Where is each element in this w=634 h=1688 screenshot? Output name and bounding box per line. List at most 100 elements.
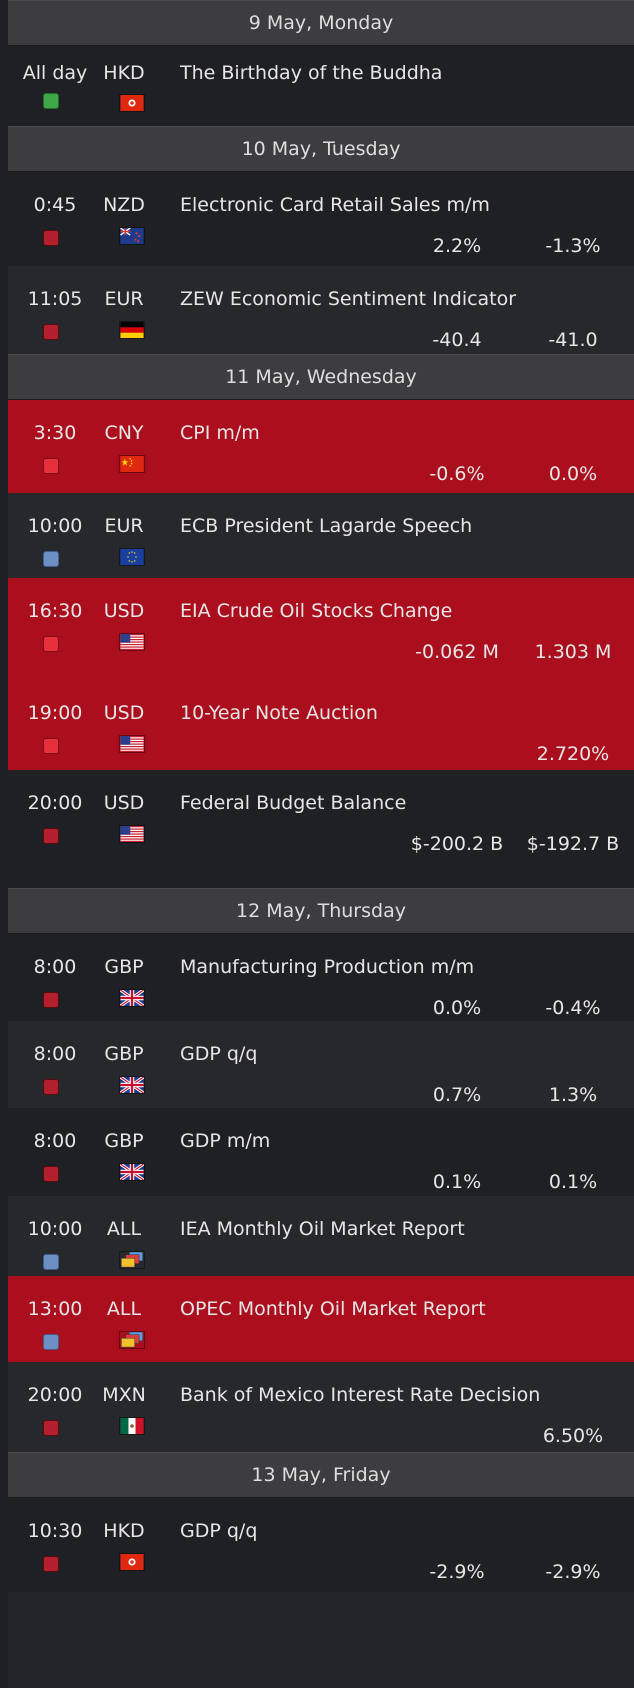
hk-flag-icon — [119, 1553, 145, 1571]
event-currency: HKD — [103, 1520, 145, 1542]
event-title[interactable]: GDP q/q — [180, 1043, 257, 1065]
day-header: 11 May, Wednesday — [8, 354, 634, 400]
economic-calendar: 9 May, Monday All day HKD The Birthday of t… — [8, 0, 634, 1592]
event-time: 11:05 — [27, 288, 83, 310]
event-title[interactable]: 10-Year Note Auction — [180, 702, 378, 724]
all-flag-icon — [119, 1331, 145, 1349]
event-title[interactable]: ECB President Lagarde Speech — [180, 515, 472, 537]
day-header: 13 May, Friday — [8, 1452, 634, 1498]
event-currency: EUR — [104, 288, 144, 310]
event-title[interactable]: GDP m/m — [180, 1130, 270, 1152]
event-title[interactable]: OPEC Monthly Oil Market Report — [180, 1298, 486, 1320]
day-header: 12 May, Thursday — [8, 888, 634, 934]
event-title[interactable]: ZEW Economic Sentiment Indicator — [180, 288, 516, 310]
gb-flag-icon — [119, 1076, 145, 1094]
event-currency: USD — [103, 792, 145, 814]
event-row[interactable]: 16:30 USD EIA Crude Oil Stocks Change -0.06… — [8, 578, 634, 680]
event-row[interactable]: 3:30 CNY CPI m/m -0.6% 0.0% — [8, 400, 634, 493]
event-row[interactable]: 10:00 ALL IEA Monthly Oil Market Report — [8, 1196, 634, 1276]
event-value-actual: -0.062 M — [415, 641, 499, 663]
event-time: 20:00 — [27, 1384, 83, 1406]
gb-flag-icon — [119, 989, 145, 1007]
event-currency: USD — [103, 600, 145, 622]
event-time: 16:30 — [27, 600, 83, 622]
importance-indicator — [43, 458, 59, 474]
event-title[interactable]: Manufacturing Production m/m — [180, 956, 474, 978]
eu-flag-icon — [119, 548, 145, 566]
event-row[interactable]: 11:05 EUR ZEW Economic Sentiment Indicator… — [8, 266, 634, 354]
event-title[interactable]: The Birthday of the Buddha — [180, 62, 442, 84]
event-value-actual: -2.9% — [429, 1561, 485, 1583]
mx-flag-icon — [119, 1417, 145, 1435]
event-currency: ALL — [106, 1298, 142, 1320]
event-row[interactable]: 8:00 GBP GDP q/q 0.7% 1.3% — [8, 1021, 634, 1108]
event-currency: MXN — [102, 1384, 146, 1406]
day-header: 9 May, Monday — [8, 0, 634, 46]
event-row[interactable]: 10:30 HKD GDP q/q -2.9% -2.9% — [8, 1498, 634, 1592]
event-title[interactable]: CPI m/m — [180, 422, 260, 444]
de-flag-icon — [119, 321, 145, 339]
event-row[interactable]: 19:00 USD 10-Year Note Auction 2.720% — [8, 680, 634, 770]
nz-flag-icon — [119, 227, 145, 245]
importance-indicator — [43, 1254, 59, 1270]
all-flag-icon — [119, 1251, 145, 1269]
us-flag-icon — [119, 825, 145, 843]
event-value-actual: -0.6% — [429, 463, 485, 485]
event-value-previous: -2.9% — [545, 1561, 601, 1583]
event-time: 8:00 — [33, 1130, 77, 1152]
event-row[interactable]: 20:00 MXN Bank of Mexico Interest Rate Dec… — [8, 1362, 634, 1452]
event-value-actual: 0.7% — [432, 1084, 482, 1106]
event-title[interactable]: Bank of Mexico Interest Rate Decision — [180, 1384, 540, 1406]
importance-indicator — [43, 1334, 59, 1350]
event-time: 13:00 — [27, 1298, 83, 1320]
event-currency: HKD — [103, 62, 145, 84]
event-currency: GBP — [104, 1130, 144, 1152]
event-value-actual: 0.0% — [432, 997, 482, 1019]
event-row[interactable]: 10:00 EUR ECB President Lagarde Speech — [8, 493, 634, 578]
event-currency: NZD — [103, 194, 145, 216]
event-time: 10:30 — [27, 1520, 83, 1542]
event-value-previous: -0.4% — [545, 997, 601, 1019]
importance-indicator — [43, 992, 59, 1008]
event-row[interactable]: 8:00 GBP GDP m/m 0.1% 0.1% — [8, 1108, 634, 1196]
event-title[interactable]: Federal Budget Balance — [180, 792, 406, 814]
event-value-previous: 0.0% — [548, 463, 598, 485]
scrollbar-track[interactable] — [0, 0, 8, 1688]
event-currency: ALL — [106, 1218, 142, 1240]
event-value-previous: 2.720% — [536, 743, 610, 765]
event-row[interactable]: 13:00 ALL OPEC Monthly Oil Market Report — [8, 1276, 634, 1362]
event-value-previous: 1.3% — [548, 1084, 598, 1106]
importance-indicator — [43, 93, 59, 109]
event-row[interactable]: All day HKD The Birthday of the Buddha — [8, 46, 634, 126]
event-value-actual: 0.1% — [432, 1171, 482, 1193]
importance-indicator — [43, 1166, 59, 1182]
event-time: 20:00 — [27, 792, 83, 814]
event-currency: USD — [103, 702, 145, 724]
event-title[interactable]: GDP q/q — [180, 1520, 257, 1542]
event-time: 3:30 — [33, 422, 77, 444]
event-row[interactable]: 0:45 NZD Electronic Card Retail Sales m/m 2… — [8, 172, 634, 266]
event-value-previous: 1.303 M — [534, 641, 612, 663]
event-title[interactable]: EIA Crude Oil Stocks Change — [180, 600, 452, 622]
event-title[interactable]: IEA Monthly Oil Market Report — [180, 1218, 465, 1240]
hk-flag-icon — [119, 94, 145, 112]
event-time: 10:00 — [27, 515, 83, 537]
event-value-previous: 0.1% — [548, 1171, 598, 1193]
importance-indicator — [43, 738, 59, 754]
event-row[interactable]: 20:00 USD Federal Budget Balance $-200.2 B $… — [8, 770, 634, 888]
importance-indicator — [43, 551, 59, 567]
importance-indicator — [43, 828, 59, 844]
event-value-previous: 6.50% — [542, 1425, 604, 1447]
event-title[interactable]: Electronic Card Retail Sales m/m — [180, 194, 490, 216]
event-value-actual: -40.4 — [432, 329, 482, 351]
event-value-actual: $-200.2 B — [410, 833, 504, 855]
event-row[interactable]: 8:00 GBP Manufacturing Production m/m 0.0% -… — [8, 934, 634, 1021]
importance-indicator — [43, 230, 59, 246]
importance-indicator — [43, 1556, 59, 1572]
importance-indicator — [43, 1079, 59, 1095]
event-time: 19:00 — [27, 702, 83, 724]
event-value-previous: -41.0 — [548, 329, 598, 351]
event-value-actual: 2.2% — [432, 235, 482, 257]
event-currency: CNY — [104, 422, 144, 444]
us-flag-icon — [119, 633, 145, 651]
